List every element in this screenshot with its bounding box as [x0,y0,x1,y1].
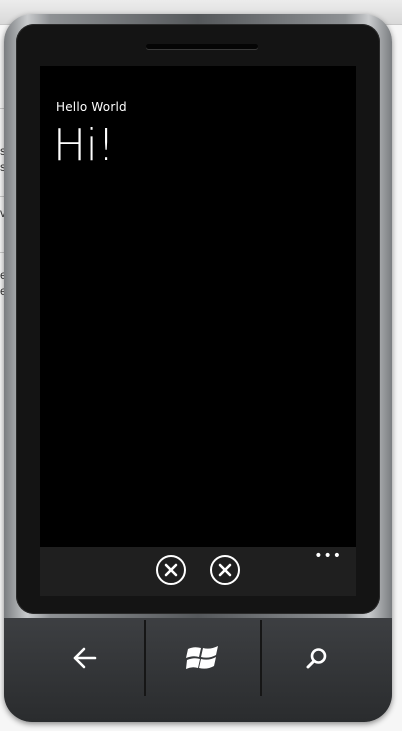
desktop: s s v e e Hello World Hi! [0,0,402,731]
appbar-cancel-button-1[interactable] [156,555,186,585]
phone-screen[interactable]: Hello World Hi! ••• [40,66,356,596]
hardware-search-button[interactable] [260,620,374,696]
application-bar: ••• [40,547,356,596]
appbar-cancel-button-2[interactable] [210,555,240,585]
page-title: Hi! [53,120,115,171]
cancel-icon [218,563,232,577]
hardware-back-button[interactable] [28,620,142,696]
cancel-icon [164,563,178,577]
application-title: Hello World [56,100,127,114]
hardware-start-button[interactable] [144,620,262,696]
back-arrow-icon [73,647,97,669]
phone-emulator: Hello World Hi! ••• [4,14,392,722]
hardware-button-bar [4,618,392,722]
appbar-more-ellipsis[interactable]: ••• [314,549,342,563]
earpiece-speaker [146,44,258,49]
search-icon [306,648,327,669]
phone-face: Hello World Hi! ••• [16,24,380,614]
windows-logo-icon [186,646,218,669]
